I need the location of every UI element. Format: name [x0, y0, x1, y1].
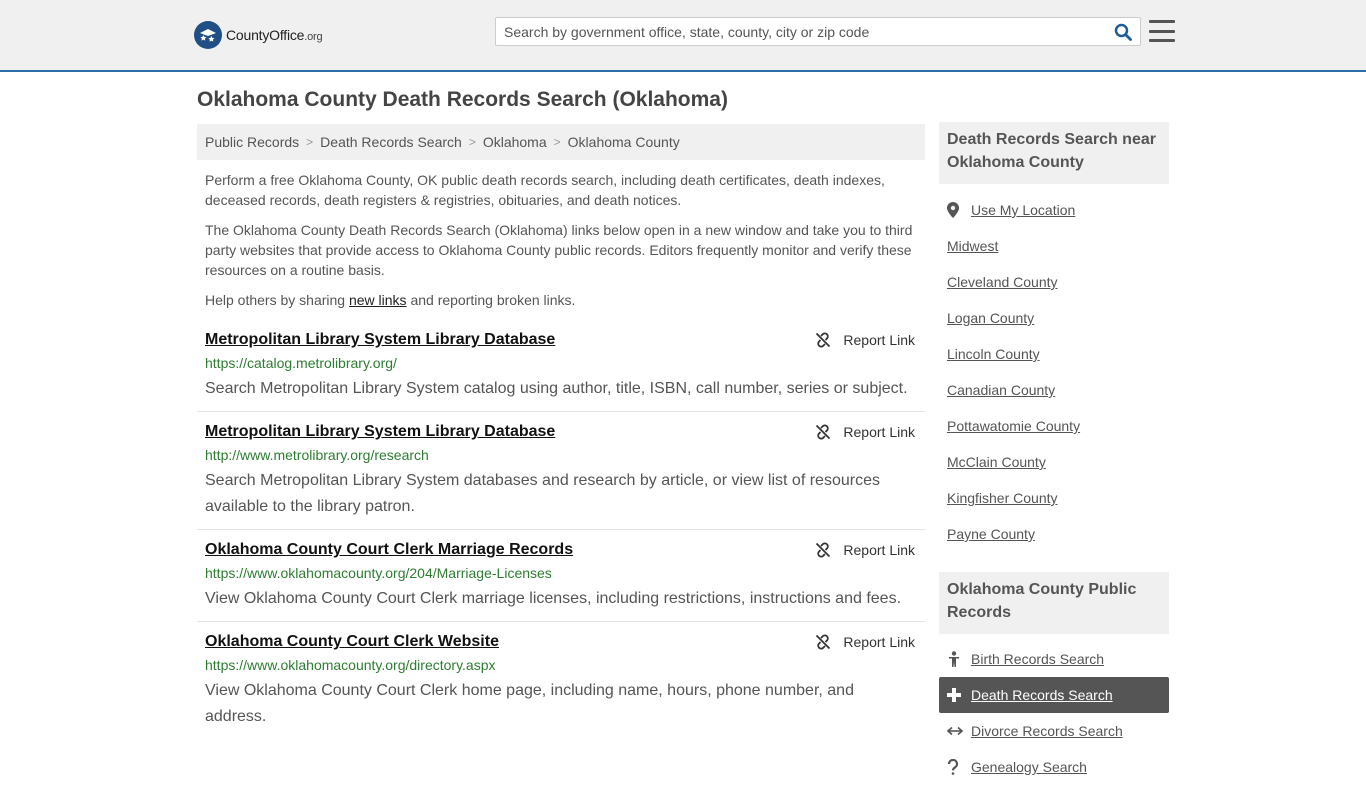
result-description: View Oklahoma County Court Clerk marriag…	[205, 590, 902, 607]
results-list: Metropolitan Library System Library Data…	[197, 320, 925, 739]
search-icon	[1114, 23, 1132, 41]
breadcrumb-public-records[interactable]: Public Records	[205, 134, 299, 150]
result-url[interactable]: https://www.oklahomacounty.org/directory…	[205, 657, 917, 673]
result-item: Oklahoma County Court Clerk Website http…	[197, 622, 925, 739]
search-box	[495, 17, 1141, 46]
intro-paragraph-1: Perform a free Oklahoma County, OK publi…	[205, 172, 885, 208]
result-description: Search Metropolitan Library System datab…	[205, 472, 880, 515]
breadcrumb: Public Records > Death Records Search > …	[197, 124, 925, 160]
intro-paragraph-3: Help others by sharing new links and rep…	[205, 292, 576, 308]
sidebar-item-genealogy[interactable]: Genealogy Search	[939, 749, 1169, 785]
breadcrumb-death-records[interactable]: Death Records Search	[320, 134, 462, 150]
intro-text: Perform a free Oklahoma County, OK publi…	[205, 170, 917, 320]
result-url[interactable]: http://www.metrolibrary.org/research	[205, 447, 917, 463]
map-pin-icon	[947, 202, 971, 218]
broken-link-icon	[815, 424, 831, 440]
report-link-button[interactable]: Report Link	[815, 634, 915, 650]
result-title-link[interactable]: Metropolitan Library System Library Data…	[205, 422, 917, 442]
question-icon	[947, 759, 971, 775]
report-link-label: Report Link	[843, 542, 915, 558]
result-description: Search Metropolitan Library System catal…	[205, 380, 908, 397]
report-link-label: Report Link	[843, 634, 915, 650]
broken-link-icon	[815, 332, 831, 348]
nearby-link-lincoln[interactable]: Lincoln County	[947, 346, 1040, 362]
broken-link-icon	[815, 542, 831, 558]
nearby-link-cleveland[interactable]: Cleveland County	[947, 274, 1058, 290]
nearby-link-pottawatomie[interactable]: Pottawatomie County	[947, 418, 1080, 434]
nearby-link-mcclain[interactable]: McClain County	[947, 454, 1046, 470]
site-header: CountyOffice.org	[0, 0, 1366, 72]
sidebar-nearby-item: Logan County	[947, 300, 1169, 336]
result-url[interactable]: https://www.oklahomacounty.org/204/Marri…	[205, 565, 917, 581]
nearby-link-midwest[interactable]: Midwest	[947, 238, 998, 254]
sidebar-public-records-list: Birth Records Search Death Records Searc…	[939, 641, 1169, 785]
logo-text: CountyOffice.org	[226, 27, 323, 43]
cross-icon	[947, 688, 971, 702]
result-title-link[interactable]: Metropolitan Library System Library Data…	[205, 330, 917, 350]
sidebar-nearby-item: Pottawatomie County	[947, 408, 1169, 444]
search-button[interactable]	[1106, 18, 1140, 45]
hamburger-menu-icon[interactable]	[1148, 17, 1176, 45]
nearby-link-logan[interactable]: Logan County	[947, 310, 1034, 326]
report-link-button[interactable]: Report Link	[815, 542, 915, 558]
breadcrumb-separator: >	[553, 135, 561, 149]
sidebar-nearby-item: Canadian County	[947, 372, 1169, 408]
new-links-link[interactable]: new links	[349, 292, 407, 308]
baby-icon	[947, 651, 971, 667]
sidebar-public-records-title: Oklahoma County Public Records	[939, 572, 1169, 634]
sidebar-nearby-list: Use My Location Midwest Cleveland County…	[947, 192, 1169, 552]
site-logo[interactable]: CountyOffice.org	[194, 20, 323, 50]
sidebar-nearby-item: Payne County	[947, 516, 1169, 552]
divorce-records-link[interactable]: Divorce Records Search	[971, 723, 1123, 739]
report-link-button[interactable]: Report Link	[815, 424, 915, 440]
sidebar-nearby-item: McClain County	[947, 444, 1169, 480]
result-item: Metropolitan Library System Library Data…	[197, 412, 925, 530]
broken-link-icon	[815, 634, 831, 650]
page-title: Oklahoma County Death Records Search (Ok…	[197, 88, 728, 111]
nearby-link-kingfisher[interactable]: Kingfisher County	[947, 490, 1058, 506]
death-records-link[interactable]: Death Records Search	[971, 687, 1113, 703]
report-link-label: Report Link	[843, 332, 915, 348]
sidebar-item-birth-records[interactable]: Birth Records Search	[939, 641, 1169, 677]
nearby-link-canadian[interactable]: Canadian County	[947, 382, 1055, 398]
logo-badge-icon	[194, 21, 222, 49]
result-item: Oklahoma County Court Clerk Marriage Rec…	[197, 530, 925, 622]
breadcrumb-county[interactable]: Oklahoma County	[568, 134, 680, 150]
breadcrumb-state[interactable]: Oklahoma	[483, 134, 547, 150]
use-location-link[interactable]: Use My Location	[971, 202, 1075, 218]
sidebar-item-death-records[interactable]: Death Records Search	[939, 677, 1169, 713]
use-location-item: Use My Location	[947, 192, 1169, 228]
breadcrumb-separator: >	[306, 135, 314, 149]
sidebar-nearby-item: Cleveland County	[947, 264, 1169, 300]
genealogy-link[interactable]: Genealogy Search	[971, 759, 1087, 775]
nearby-link-payne[interactable]: Payne County	[947, 526, 1035, 542]
sidebar-nearby-title: Death Records Search near Oklahoma Count…	[939, 122, 1169, 184]
sidebar-nearby-item: Kingfisher County	[947, 480, 1169, 516]
result-title-link[interactable]: Oklahoma County Court Clerk Website	[205, 632, 917, 652]
sidebar-nearby-item: Lincoln County	[947, 336, 1169, 372]
result-title-link[interactable]: Oklahoma County Court Clerk Marriage Rec…	[205, 540, 917, 560]
result-item: Metropolitan Library System Library Data…	[197, 320, 925, 412]
search-input[interactable]	[496, 18, 1106, 45]
intro-paragraph-2: The Oklahoma County Death Records Search…	[205, 222, 913, 278]
report-link-label: Report Link	[843, 424, 915, 440]
result-url[interactable]: https://catalog.metrolibrary.org/	[205, 355, 917, 371]
arrows-icon	[947, 725, 971, 737]
result-description: View Oklahoma County Court Clerk home pa…	[205, 682, 854, 725]
report-link-button[interactable]: Report Link	[815, 332, 915, 348]
sidebar-nearby-item: Midwest	[947, 228, 1169, 264]
breadcrumb-separator: >	[468, 135, 476, 149]
sidebar-item-divorce-records[interactable]: Divorce Records Search	[939, 713, 1169, 749]
birth-records-link[interactable]: Birth Records Search	[971, 651, 1104, 667]
